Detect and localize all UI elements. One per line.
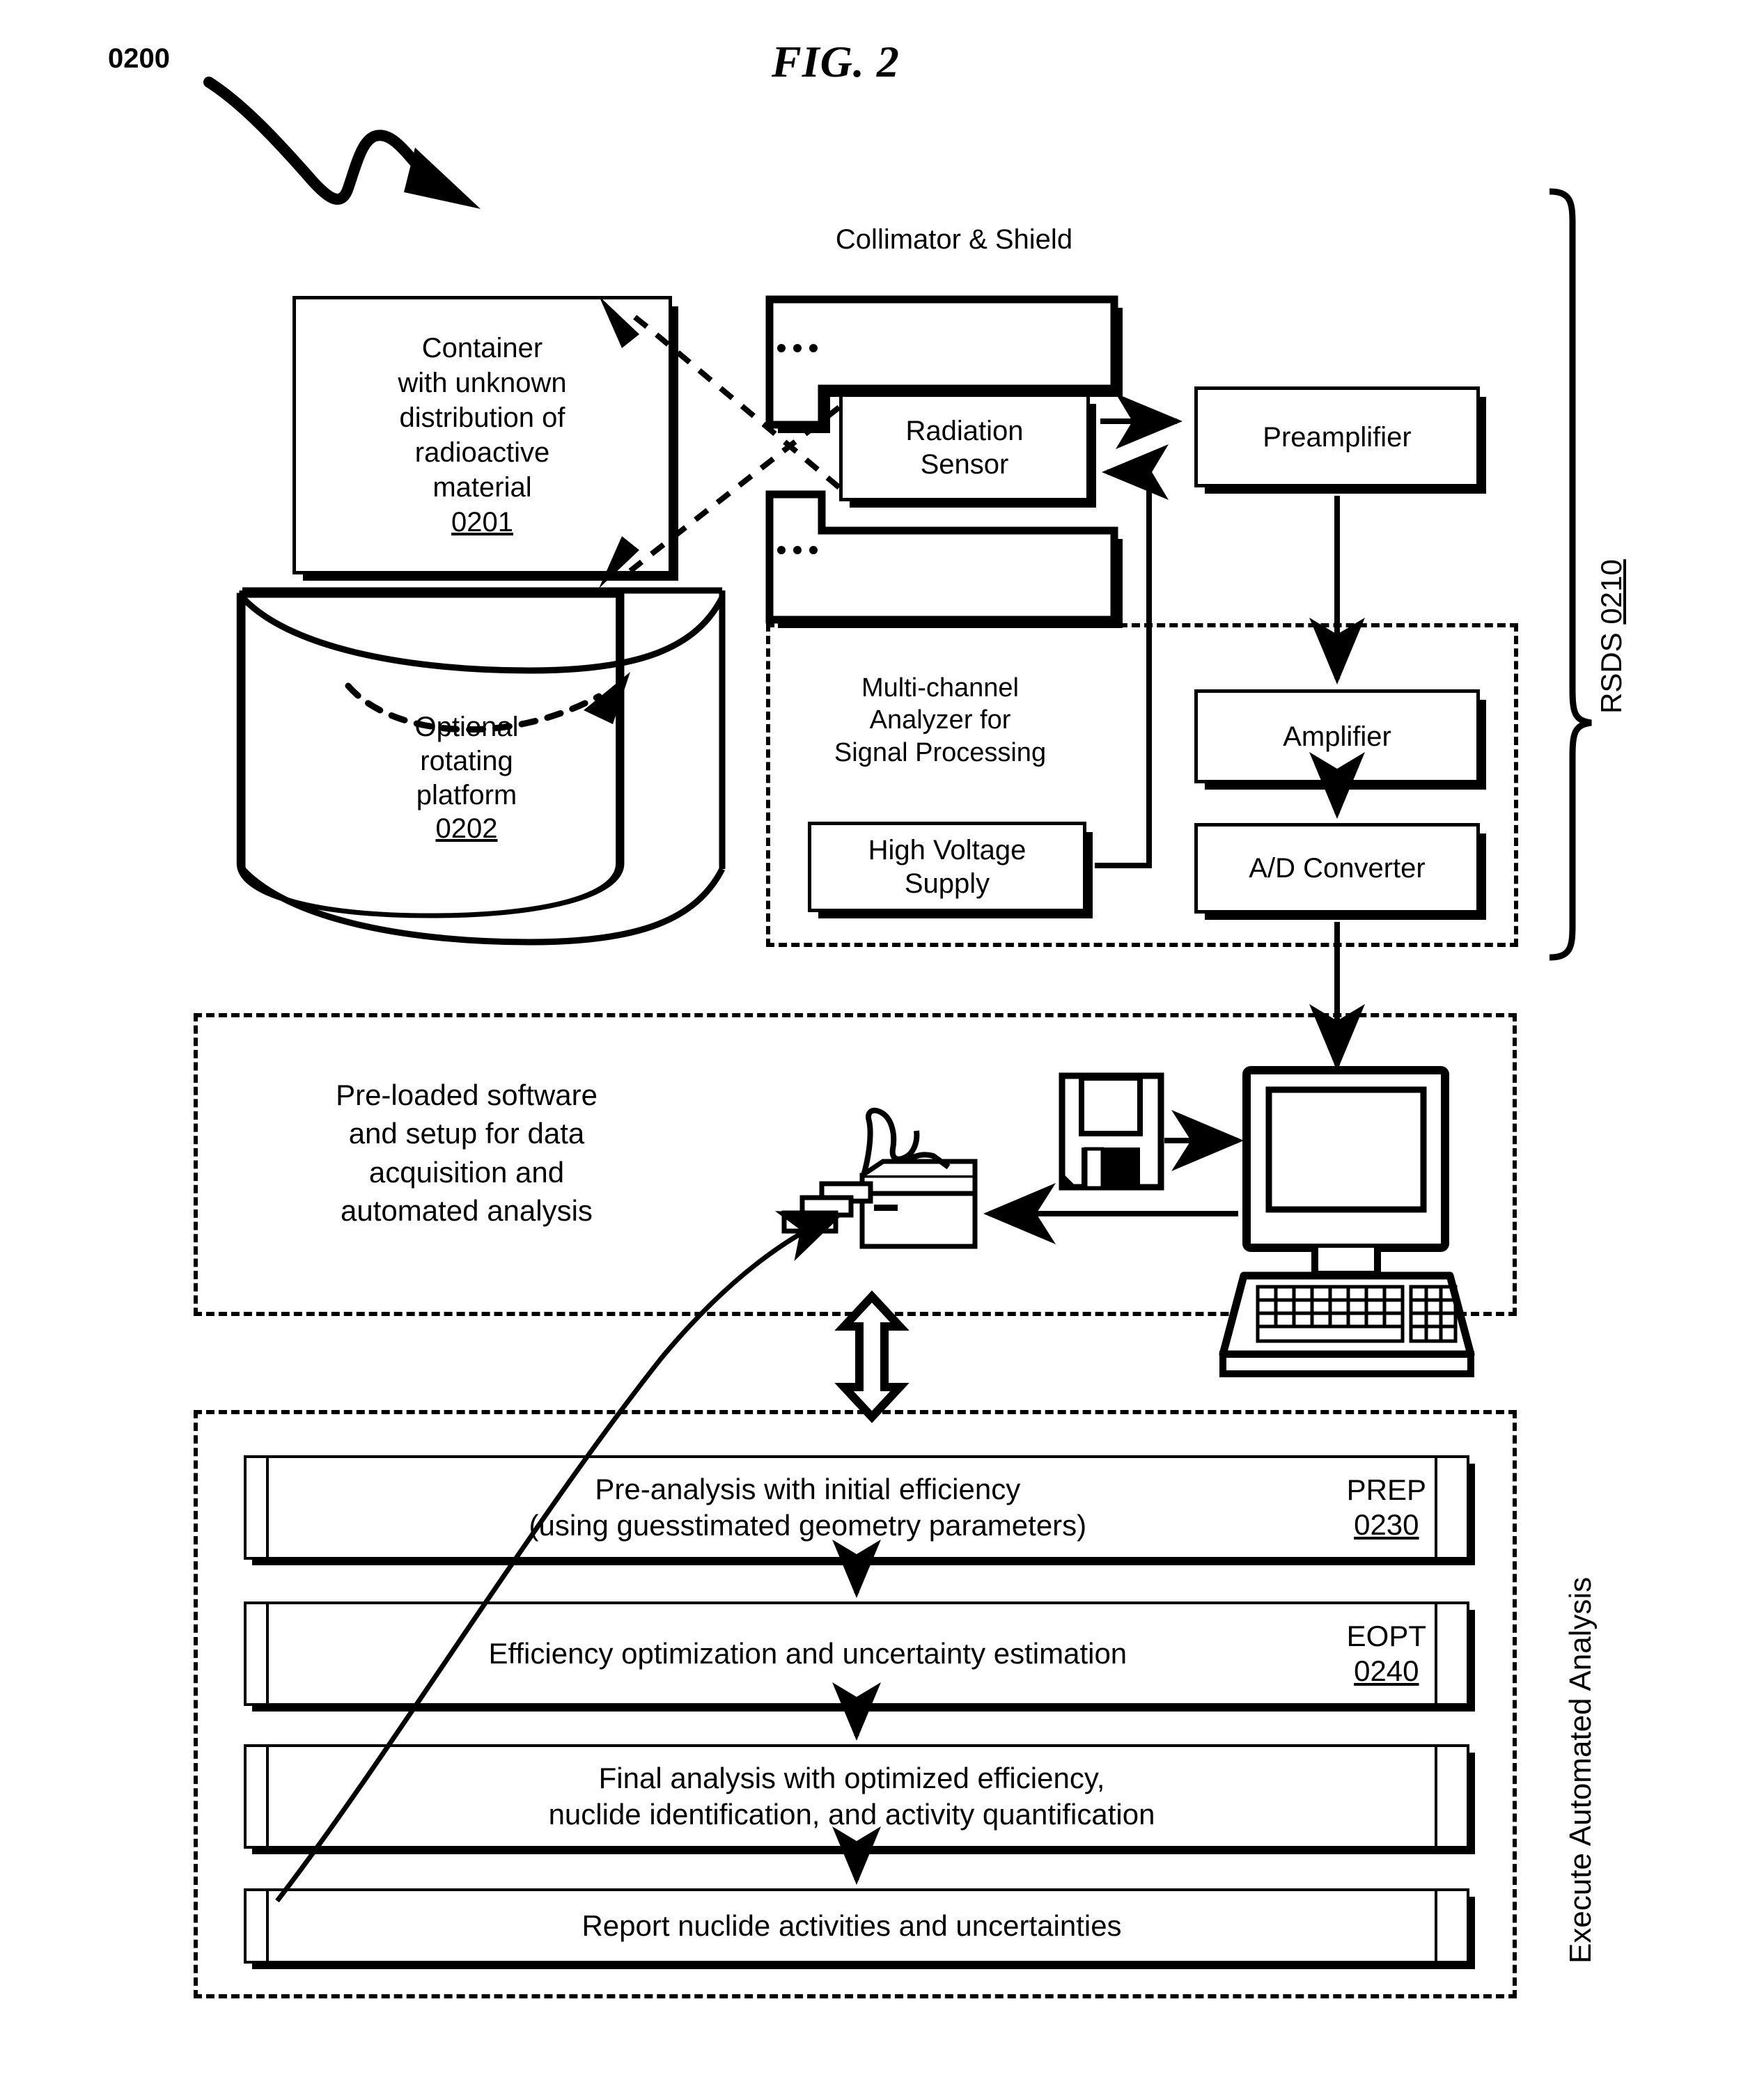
step-tail — [1435, 1747, 1467, 1846]
container-ref: 0201 — [451, 507, 513, 538]
process-step-prep: Pre-analysis with initial efficiency (us… — [244, 1455, 1469, 1560]
acq-line-4: automated analysis — [341, 1194, 593, 1228]
preamplifier-label: Preamplifier — [1263, 421, 1412, 453]
container-box: Container with unknown distribution of r… — [292, 296, 672, 574]
process-step-final-analysis: Final analysis with optimized efficiency… — [244, 1744, 1469, 1849]
rsds-bracket-label: RSDS 0210 — [1595, 559, 1749, 747]
platform-line-2: rotating — [420, 745, 513, 776]
mca-line-1: Multi-channel — [861, 673, 1019, 703]
platform-ref: 0202 — [435, 813, 498, 845]
step-body: Efficiency optimization and uncertainty … — [269, 1604, 1347, 1703]
process-step-eopt: Efficiency optimization and uncertainty … — [244, 1601, 1469, 1706]
prep-ref: 0230 — [1354, 1508, 1419, 1541]
patent-figure-2: 0200 FIG. 2 Collimator & Shield Containe… — [0, 0, 1764, 2091]
amplifier-label: Amplifier — [1283, 721, 1391, 752]
prep-line-2: (using guesstimated geometry parameters) — [529, 1509, 1087, 1542]
bdfp-label: BDFP — [1301, 1086, 1383, 1120]
figure-ref-number: 0200 — [108, 43, 170, 74]
adc-box: A/D Converter — [1194, 823, 1480, 914]
sensor-line-2: Sensor — [920, 448, 1009, 480]
mca-line-3: Signal Processing — [834, 737, 1047, 767]
hv-line-1: High Voltage — [868, 835, 1027, 866]
container-line-3: distribution of — [399, 402, 565, 433]
step-body: Final analysis with optimized efficiency… — [269, 1747, 1435, 1846]
step-body: Pre-analysis with initial efficiency (us… — [269, 1458, 1347, 1557]
platform-line-1: Optional — [414, 712, 519, 742]
rsds-bracket — [1549, 188, 1592, 961]
sensor-line-1: Radiation — [905, 415, 1024, 446]
eopt-code: EOPT — [1346, 1619, 1426, 1652]
rsds-label-text: RSDS — [1595, 632, 1628, 714]
bdfp-ref: 0220 — [1308, 1126, 1376, 1161]
prep-line-1: Pre-analysis with initial efficiency — [595, 1472, 1021, 1505]
step-tail — [1435, 1891, 1467, 1961]
final-line-1: Final analysis with optimized efficiency… — [598, 1761, 1105, 1794]
rsds-label-ref: 0210 — [1595, 559, 1628, 625]
step-spine — [247, 1458, 269, 1557]
prep-code: PREP — [1346, 1473, 1426, 1506]
adc-label: A/D Converter — [1249, 853, 1426, 884]
step-spine — [247, 1604, 269, 1703]
execute-automated-analysis-text: Execute Automated Analysis — [1563, 1576, 1598, 1964]
eopt-line-1: Efficiency optimization and uncertainty … — [488, 1636, 1127, 1670]
execute-automated-analysis-label: Execute Automated Analysis — [1563, 1577, 1764, 1998]
process-step-report: Report nuclide activities and uncertaint… — [244, 1888, 1469, 1964]
collimator-shield-title: Collimator & Shield — [835, 224, 1073, 255]
radiation-sensor-box: Radiation Sensor — [839, 393, 1090, 501]
report-line-1: Report nuclide activities and uncertaint… — [582, 1909, 1122, 1942]
platform-label: Optional rotating platform 0202 — [299, 710, 634, 846]
computer-screen-text: BDFP 0220 — [1262, 1083, 1422, 1163]
step-tail — [1435, 1458, 1467, 1557]
step-spine — [247, 1891, 269, 1961]
preamplifier-box: Preamplifier — [1194, 386, 1480, 487]
step-code-block: EOPT 0240 — [1347, 1604, 1435, 1703]
eopt-ref: 0240 — [1354, 1654, 1419, 1687]
step-tail — [1435, 1604, 1467, 1703]
container-line-5: material — [432, 472, 532, 503]
container-line-2: with unknown — [398, 368, 567, 398]
collimator-lower-block — [765, 490, 1123, 628]
amplifier-box: Amplifier — [1194, 689, 1480, 783]
container-line-1: Container — [421, 333, 543, 363]
acq-line-1: Pre-loaded software — [336, 1079, 598, 1111]
step-spine — [247, 1747, 269, 1846]
final-line-2: nuclide identification, and activity qua… — [548, 1798, 1155, 1831]
high-voltage-supply-box: High Voltage Supply — [808, 822, 1086, 912]
platform-line-3: platform — [416, 779, 517, 810]
step-code-block: PREP 0230 — [1347, 1458, 1435, 1557]
lead-squiggle-arrow — [203, 77, 481, 209]
figure-title: FIG. 2 — [772, 37, 900, 86]
step-body: Report nuclide activities and uncertaint… — [269, 1891, 1435, 1961]
hv-line-2: Supply — [904, 868, 990, 899]
acquisition-caption: Pre-loaded software and setup for data a… — [272, 1076, 662, 1230]
container-line-4: radioactive — [414, 437, 550, 468]
acq-line-2: and setup for data — [348, 1117, 585, 1150]
mca-line-2: Analyzer for — [869, 705, 1011, 735]
acq-line-3: acquisition and — [368, 1155, 565, 1189]
mca-caption: Multi-channel Analyzer for Signal Proces… — [794, 672, 1086, 769]
